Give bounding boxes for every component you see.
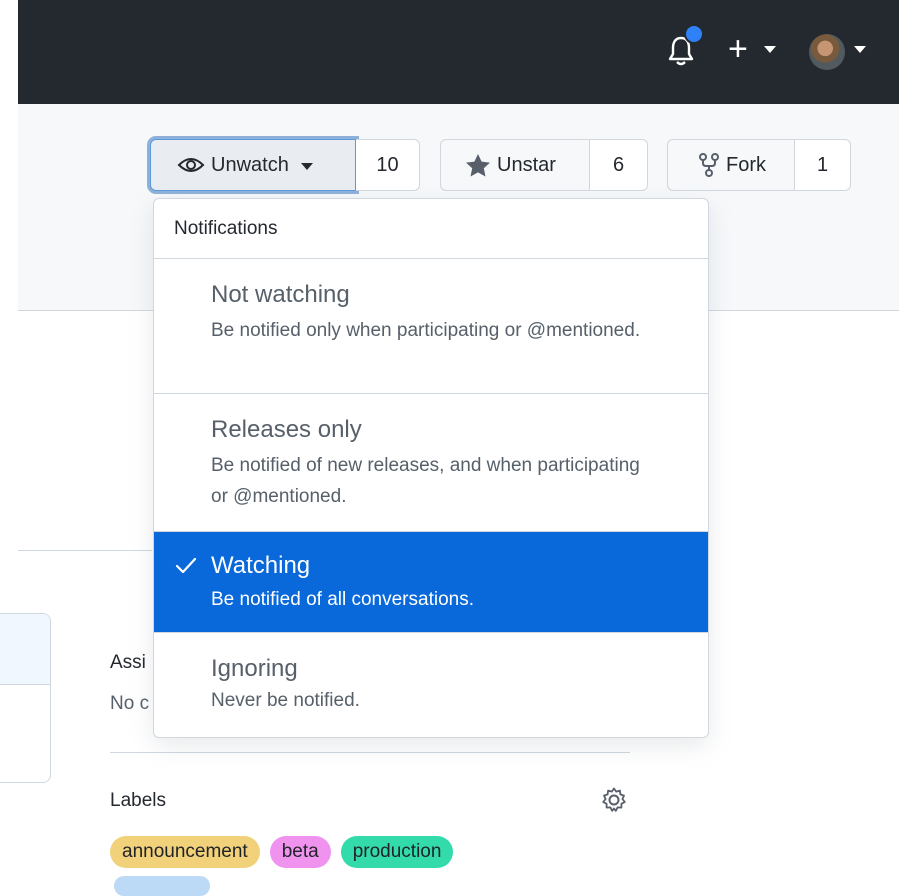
fork-button[interactable]: Fork (667, 139, 795, 191)
dropdown-title: Notifications (154, 199, 708, 259)
create-menu-caret-icon[interactable] (764, 46, 776, 53)
label-beta[interactable]: beta (269, 836, 331, 868)
plus-icon[interactable]: + (728, 29, 748, 69)
global-header: + (18, 0, 899, 104)
notification-indicator (684, 24, 704, 44)
label-announcement[interactable]: announcement (110, 836, 260, 868)
option-watching[interactable]: Watching Be notified of all conversation… (154, 532, 708, 633)
labels-list: announcement beta production (110, 836, 454, 868)
option-not-watching[interactable]: Not watching Be notified only when parti… (154, 259, 708, 394)
content-panel-header (0, 614, 50, 685)
option-description: Be notified of all conversations. (211, 589, 474, 610)
option-title: Releases only (211, 416, 362, 443)
option-releases-only[interactable]: Releases only Be notified of new release… (154, 394, 708, 532)
forks-count[interactable]: 1 (795, 139, 851, 191)
star-icon (466, 154, 490, 177)
assignees-heading[interactable]: Assi (110, 652, 146, 674)
fork-icon (699, 153, 719, 177)
labels-heading: Labels (110, 790, 166, 811)
watch-button-group: Unwatch 10 (150, 139, 420, 191)
user-menu-caret-icon[interactable] (854, 46, 866, 53)
option-description: Never be notified. (211, 690, 360, 711)
eye-icon (177, 158, 205, 172)
label-production[interactable]: production (340, 836, 454, 868)
option-title: Watching (211, 552, 311, 579)
option-title: Ignoring (211, 655, 298, 682)
option-ignoring[interactable]: Ignoring Never be notified. (154, 633, 708, 737)
star-button-group: Unstar 6 (440, 139, 648, 191)
fork-label: Fork (726, 153, 766, 176)
fork-button-group: Fork 1 (667, 139, 851, 191)
watchers-count[interactable]: 10 (356, 139, 420, 191)
gear-icon[interactable] (600, 786, 628, 814)
chevron-down-icon (300, 162, 313, 170)
option-description: Be notified of new releases, and when pa… (211, 455, 640, 507)
sidebar-divider (110, 752, 630, 753)
label-partial (114, 876, 210, 896)
content-panel (0, 613, 51, 783)
avatar[interactable] (809, 34, 845, 70)
option-title: Not watching (211, 281, 350, 308)
unstar-button[interactable]: Unstar (440, 139, 590, 191)
unwatch-label: Unwatch (211, 153, 289, 176)
option-description: Be notified only when participating or @… (211, 320, 641, 341)
assignees-value: No c (110, 693, 150, 714)
unwatch-button[interactable]: Unwatch (150, 139, 356, 191)
unstar-label: Unstar (497, 153, 556, 176)
stars-count[interactable]: 6 (590, 139, 648, 191)
section-divider (18, 550, 152, 551)
check-icon (175, 557, 197, 574)
notifications-dropdown: Notifications Not watching Be notified o… (153, 198, 709, 738)
